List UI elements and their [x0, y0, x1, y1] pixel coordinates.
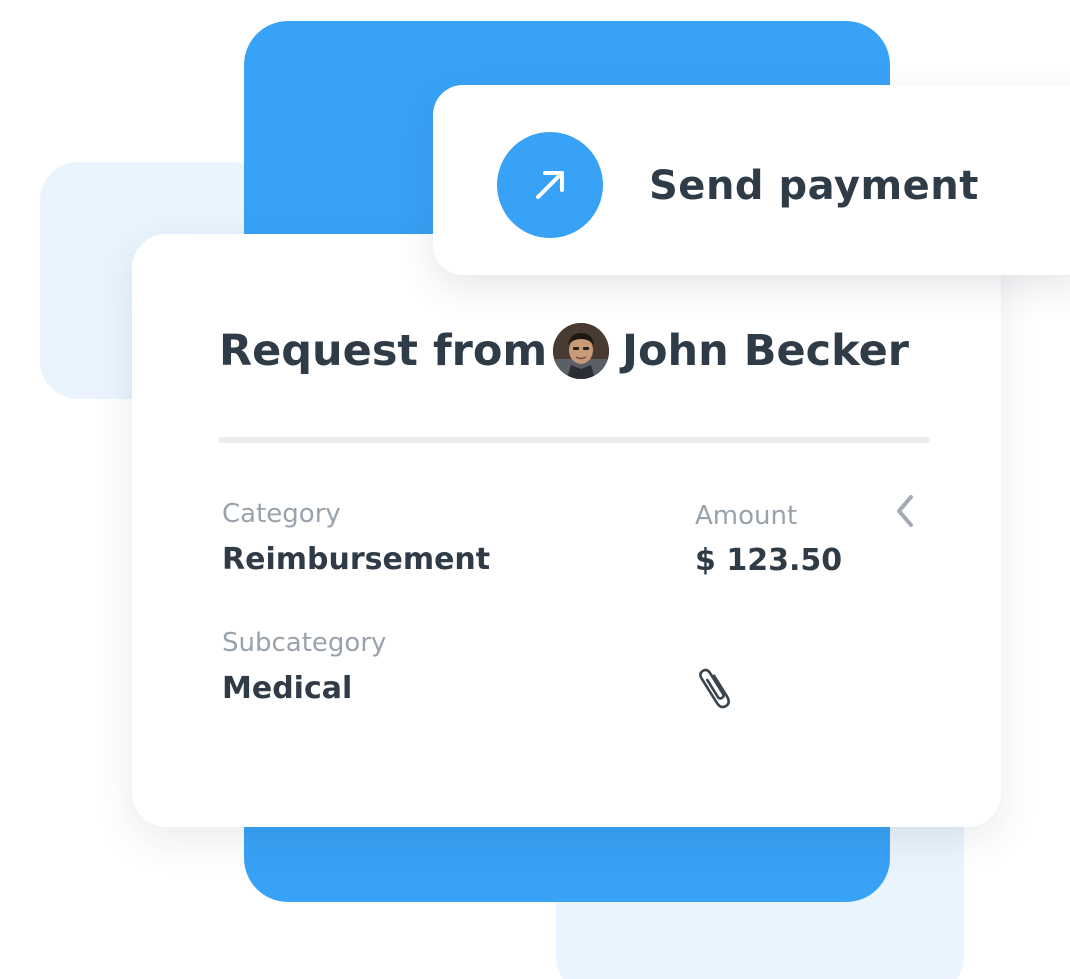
- subcategory-value: Medical: [222, 671, 353, 706]
- amount-label: Amount: [695, 501, 798, 531]
- chevron-left-icon[interactable]: [889, 489, 921, 533]
- arrow-up-right-icon: [536, 171, 564, 199]
- requester-name: John Becker: [622, 326, 909, 376]
- divider: [219, 437, 930, 443]
- send-payment-label: Send payment: [649, 163, 979, 209]
- send-payment-card[interactable]: Send payment: [433, 85, 1070, 275]
- paperclip-icon[interactable]: [697, 662, 737, 714]
- amount-value: $ 123.50: [695, 543, 843, 578]
- send-payment-button[interactable]: [497, 132, 603, 238]
- category-label: Category: [222, 499, 341, 529]
- payment-request-card: Request from John Becker Category Reimbu…: [132, 234, 1001, 827]
- category-value: Reimbursement: [222, 542, 491, 577]
- subcategory-label: Subcategory: [222, 628, 387, 658]
- avatar: [553, 323, 609, 379]
- request-title: Request from: [219, 326, 548, 376]
